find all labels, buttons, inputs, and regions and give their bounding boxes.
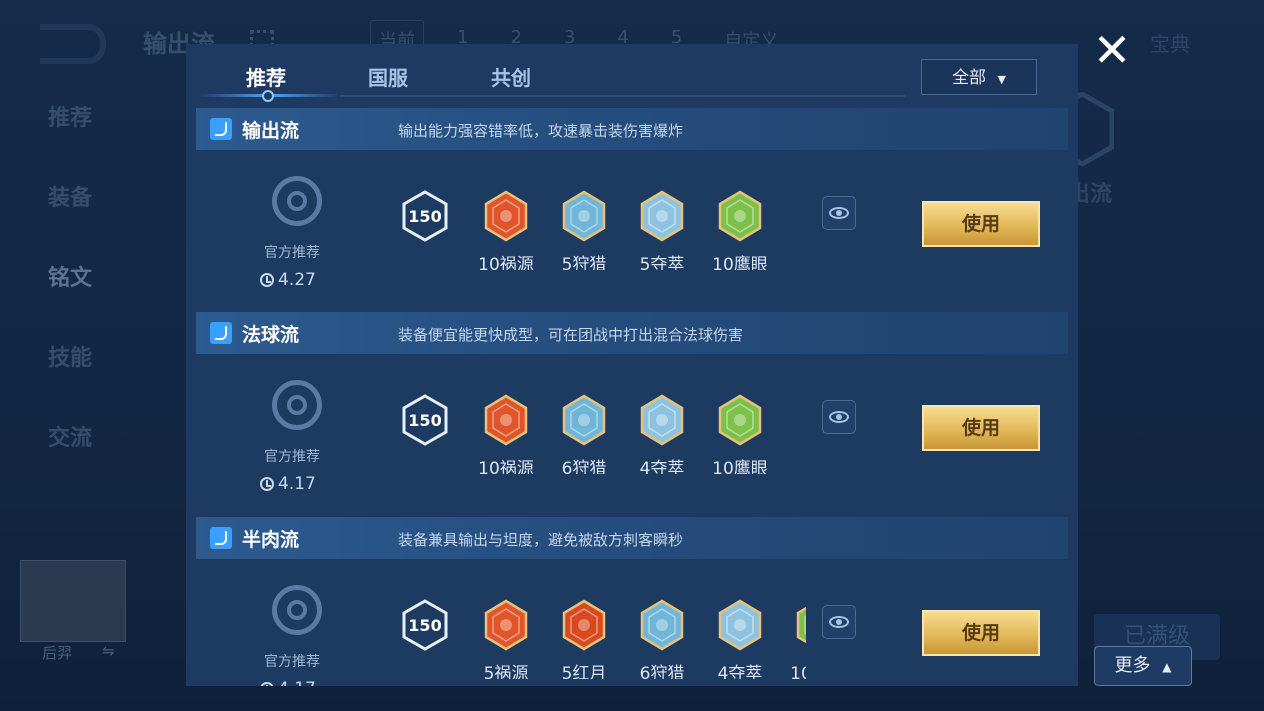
rune-label: 10祸源	[478, 459, 534, 474]
filter-label: 全部	[952, 68, 987, 88]
use-button[interactable]: 使用	[922, 610, 1040, 656]
rune-label: 10鹰眼	[790, 664, 806, 679]
eye-icon[interactable]	[822, 196, 856, 230]
card-title: 法球流	[242, 324, 300, 346]
rune-item[interactable]: 4夺萃	[700, 599, 780, 679]
chevron-up-icon: ▲	[1162, 660, 1172, 674]
clock-icon	[260, 273, 274, 287]
more-button[interactable]: 更多 ▲	[1094, 646, 1192, 686]
date-text: 4.27	[278, 270, 316, 290]
tab-recommend[interactable]: 推荐	[246, 62, 286, 91]
rune-label: 10鹰眼	[712, 255, 768, 270]
card-header: 法球流 装备便宜能更快成型，可在团战中打出混合法球伤害	[196, 312, 1068, 354]
official-label: 官方推荐	[264, 449, 320, 465]
rune-item[interactable]: 5夺萃	[622, 190, 702, 270]
level-hex-icon: 150	[402, 599, 448, 651]
card-title: 输出流	[242, 120, 300, 142]
tab-indicator-dot	[262, 90, 274, 102]
eye-icon[interactable]	[822, 400, 856, 434]
rune-list: 10祸源 5狩猎 5夺萃 10鹰眼	[466, 190, 806, 270]
official-icon	[272, 585, 322, 635]
build-icon	[210, 527, 232, 549]
recommend-card-2: 法球流 装备便宜能更快成型，可在团战中打出混合法球伤害 官方推荐 4.17 15…	[196, 312, 1068, 504]
build-icon	[210, 322, 232, 344]
official-label: 官方推荐	[264, 654, 320, 670]
rune-item[interactable]: 5狩猎	[544, 190, 624, 270]
tab-national[interactable]: 国服	[368, 62, 408, 91]
rune-label: 6狩猎	[639, 664, 685, 679]
card-description: 装备便宜能更快成型，可在团战中打出混合法球伤害	[398, 326, 744, 344]
rune-item[interactable]: 5祸源	[466, 599, 546, 679]
card-body: 官方推荐 4.17 150 10祸源 6狩猎 4夺萃 10鹰眼 使用	[196, 354, 1068, 504]
card-body: 官方推荐 4.27 150 10祸源 5狩猎 5夺萃 10鹰眼 使用	[196, 150, 1068, 300]
rune-item[interactable]: 5红月	[544, 599, 624, 679]
rune-label: 4夺萃	[717, 664, 763, 679]
rune-item[interactable]: 10祸源	[466, 394, 546, 474]
rune-list: 5祸源 5红月 6狩猎 4夺萃 10鹰眼	[466, 599, 806, 679]
rune-label: 5祸源	[483, 664, 529, 679]
eye-icon[interactable]	[822, 605, 856, 639]
rune-label: 5红月	[561, 664, 607, 679]
rune-label: 4夺萃	[639, 459, 685, 474]
card-title: 半肉流	[242, 529, 300, 551]
card-description: 装备兼具输出与坦度，避免被敌方刺客瞬秒	[398, 531, 684, 549]
official-icon	[272, 176, 322, 226]
clock-icon	[260, 682, 274, 686]
card-description: 输出能力强容错率低，攻速暴击装伤害爆炸	[398, 122, 684, 140]
level-value: 150	[408, 411, 441, 430]
rune-item[interactable]: 10鹰眼	[700, 394, 780, 474]
rune-item[interactable]: 10鹰眼	[700, 190, 780, 270]
rune-item[interactable]: 6狩猎	[622, 599, 702, 679]
official-icon	[272, 380, 322, 430]
rune-label: 5夺萃	[639, 255, 685, 270]
filter-dropdown[interactable]: 全部 ▼	[921, 59, 1037, 95]
modal-tabs: 推荐 国服 共创 全部 ▼	[186, 44, 1078, 102]
rune-list: 10祸源 6狩猎 4夺萃 10鹰眼	[466, 394, 806, 474]
rune-item[interactable]: 6狩猎	[544, 394, 624, 474]
rune-label: 10鹰眼	[712, 459, 768, 474]
update-date: 4.27	[260, 270, 316, 290]
level-hex-icon: 150	[402, 394, 448, 446]
card-header: 输出流 输出能力强容错率低，攻速暴击装伤害爆炸	[196, 108, 1068, 150]
level-value: 150	[408, 207, 441, 226]
rune-item[interactable]: 10祸源	[466, 190, 546, 270]
close-icon[interactable]: ✕	[1090, 27, 1134, 73]
tab-divider	[340, 95, 905, 97]
rune-item[interactable]: 4夺萃	[622, 394, 702, 474]
card-body: 官方推荐 4.17 150 5祸源 5红月 6狩猎 4夺萃 10鹰眼 使用	[196, 559, 1068, 686]
recommend-card-3: 半肉流 装备兼具输出与坦度，避免被敌方刺客瞬秒 官方推荐 4.17 150 5祸…	[196, 517, 1068, 686]
tab-co-create[interactable]: 共创	[491, 62, 531, 91]
rune-label: 6狩猎	[561, 459, 607, 474]
use-button[interactable]: 使用	[922, 201, 1040, 247]
use-button[interactable]: 使用	[922, 405, 1040, 451]
more-label: 更多	[1114, 655, 1151, 676]
build-icon	[210, 118, 232, 140]
level-hex-icon: 150	[402, 190, 448, 242]
chevron-down-icon: ▼	[997, 73, 1006, 86]
inscription-recommend-modal: 推荐 国服 共创 全部 ▼ 输出流 输出能力强容错率低，攻速暴击装伤害爆炸 官方…	[186, 44, 1078, 686]
rune-label: 10祸源	[478, 255, 534, 270]
level-value: 150	[408, 616, 441, 635]
update-date: 4.17	[260, 679, 316, 686]
recommend-card-1: 输出流 输出能力强容错率低，攻速暴击装伤害爆炸 官方推荐 4.27 150 10…	[196, 108, 1068, 300]
date-text: 4.17	[278, 679, 316, 686]
official-label: 官方推荐	[264, 245, 320, 261]
clock-icon	[260, 477, 274, 491]
date-text: 4.17	[278, 474, 316, 494]
rune-label: 5狩猎	[561, 255, 607, 270]
rune-item[interactable]: 10鹰眼	[778, 599, 806, 679]
update-date: 4.17	[260, 474, 316, 494]
card-header: 半肉流 装备兼具输出与坦度，避免被敌方刺客瞬秒	[196, 517, 1068, 559]
